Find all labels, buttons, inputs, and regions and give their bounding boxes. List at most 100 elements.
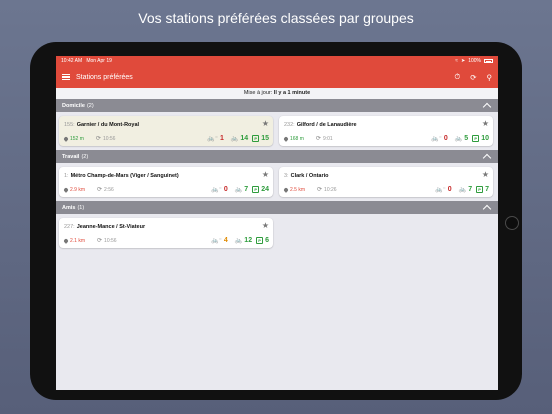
- station-distance: 2.1 km: [70, 237, 86, 244]
- availability-counts: 🚲⁻ 1 🚲 14 P 15: [207, 135, 269, 142]
- station-name: Garnier / du Mont-Royal: [76, 122, 140, 128]
- station-update-time: 9:01: [322, 135, 333, 142]
- station-card[interactable]: 1: Métro Champ-de-Mars (Viger / Sanguinet…: [59, 167, 273, 197]
- ebike-icon: 🚲⁻: [211, 238, 222, 244]
- ebike-count: 0: [447, 186, 452, 193]
- location-icon: ➤: [461, 58, 466, 64]
- ebike-count: 1: [220, 135, 224, 142]
- bike-icon: 🚲: [234, 238, 243, 244]
- star-icon[interactable]: ★: [262, 170, 269, 179]
- station-title: 227: Jeanne-Mance / St-Viateur: [64, 224, 145, 230]
- bike-icon: 🚲: [454, 136, 463, 142]
- last-update-bar: Mise à jour: Il y a 1 minute: [56, 88, 498, 99]
- location-pin-icon: [283, 186, 289, 193]
- station-card[interactable]: 232: Gilford / de Lanaudière ★ 168 m ⟳ 9:01 🚲⁻…: [279, 116, 493, 146]
- update-value: Il y a 1 minute: [273, 90, 311, 96]
- station-number: 227:: [64, 224, 75, 230]
- dock-count: 10: [481, 135, 489, 142]
- bike-count: 12: [244, 237, 253, 244]
- battery-icon: [484, 59, 493, 63]
- station-card[interactable]: 155: Garnier / du Mont-Royal ★ 152 m ⟳ 10:56 🚲…: [59, 116, 273, 146]
- bike-count: 14: [240, 135, 249, 142]
- location-pin-icon: [63, 237, 69, 244]
- hamburger-icon[interactable]: [62, 74, 70, 80]
- ebike-icon: 🚲⁻: [431, 136, 442, 142]
- group-name: Domicile: [62, 102, 85, 109]
- dock-count: 24: [261, 186, 269, 193]
- group-name: Amis: [62, 204, 76, 211]
- bike-icon: 🚲: [458, 187, 467, 193]
- sync-icon: ⟳: [315, 136, 321, 142]
- station-name: Jeanne-Mance / St-Viateur: [76, 224, 146, 230]
- group-header[interactable]: Travail (2): [56, 150, 498, 163]
- parking-icon: P: [256, 237, 264, 244]
- station-distance: 152 m: [70, 135, 84, 142]
- star-icon[interactable]: ★: [262, 119, 269, 128]
- parking-icon: P: [252, 135, 260, 142]
- station-card-row: 1: Métro Champ-de-Mars (Viger / Sanguinet…: [56, 163, 498, 201]
- station-name: Clark / Ontario: [290, 173, 329, 179]
- station-card-row: 155: Garnier / du Mont-Royal ★ 152 m ⟳ 10:56 🚲…: [56, 112, 498, 150]
- group-header[interactable]: Amis (1): [56, 201, 498, 214]
- station-distance: 2.5 km: [290, 186, 306, 193]
- station-card[interactable]: 227: Jeanne-Mance / St-Viateur ★ 2.1 km ⟳ 10:…: [59, 218, 273, 248]
- location-pin-icon: [283, 135, 289, 142]
- group-header[interactable]: Domicile (2): [56, 99, 498, 112]
- group-name: Travail: [62, 153, 80, 160]
- availability-counts: 🚲⁻ 0 🚲 7 P 7: [435, 186, 489, 193]
- stopwatch-icon[interactable]: ⏱: [454, 72, 460, 82]
- status-bar: 10:42 AM Mon Apr 19 ≈ ➤ 100%: [56, 56, 498, 66]
- sync-icon: ⟳: [97, 238, 103, 244]
- search-icon[interactable]: ⚲: [487, 73, 493, 82]
- station-number: 232:: [284, 122, 295, 128]
- bike-count: 7: [244, 186, 249, 193]
- station-info-row: 152 m ⟳ 10:56 🚲⁻ 1 🚲 14 P 15: [63, 135, 269, 142]
- station-number: 155:: [64, 122, 75, 128]
- chevron-up-icon[interactable]: [482, 153, 492, 163]
- station-title: 232: Gilford / de Lanaudière: [284, 122, 357, 128]
- station-number: 1:: [64, 173, 69, 179]
- home-button[interactable]: [505, 216, 519, 230]
- station-name: Gilford / de Lanaudière: [296, 122, 357, 128]
- bike-icon: 🚲: [234, 187, 243, 193]
- station-update-time: 10:56: [104, 237, 117, 244]
- availability-counts: 🚲⁻ 0 🚲 7 P 24: [211, 186, 269, 193]
- dock-count: 7: [485, 186, 489, 193]
- station-title: 3: Clark / Ontario: [284, 173, 329, 179]
- sync-icon: ⟳: [97, 187, 103, 193]
- parking-icon: P: [472, 135, 480, 142]
- star-icon[interactable]: ★: [482, 119, 489, 128]
- group-count: (1): [77, 204, 85, 211]
- location-pin-icon: [63, 135, 69, 142]
- station-card[interactable]: 3: Clark / Ontario ★ 2.5 km ⟳ 10:26 🚲⁻ 0 🚲 7 P 7: [279, 167, 493, 197]
- star-icon[interactable]: ★: [482, 170, 489, 179]
- star-icon[interactable]: ★: [262, 221, 269, 230]
- chevron-up-icon[interactable]: [482, 102, 492, 112]
- bike-count: 7: [468, 186, 473, 193]
- availability-counts: 🚲⁻ 4 🚲 12 P 6: [211, 237, 269, 244]
- wifi-icon: ≈: [455, 58, 458, 64]
- battery-level: 100%: [468, 58, 481, 64]
- ebike-count: 4: [223, 237, 228, 244]
- chevron-up-icon[interactable]: [482, 204, 492, 214]
- station-name: Métro Champ-de-Mars (Viger / Sanguinet): [70, 173, 179, 179]
- sync-icon: ⟳: [317, 187, 323, 193]
- sync-icon: ⟳: [95, 136, 101, 142]
- dock-count: 6: [265, 237, 269, 244]
- station-title: 155: Garnier / du Mont-Royal: [64, 122, 139, 128]
- refresh-icon[interactable]: ⟳: [470, 73, 476, 82]
- group-count: (2): [86, 102, 94, 109]
- station-title: 1: Métro Champ-de-Mars (Viger / Sanguinet…: [64, 173, 179, 179]
- app-navbar: Stations préférées ⏱ ⟳ ⚲: [56, 66, 498, 88]
- app-screen: 10:42 AM Mon Apr 19 ≈ ➤ 100% Stations pr…: [56, 56, 498, 390]
- station-update-time: 10:56: [102, 135, 116, 142]
- location-pin-icon: [63, 186, 69, 193]
- station-distance: 168 m: [290, 135, 304, 142]
- promo-caption: Vos stations préférées classées par grou…: [138, 10, 414, 26]
- station-groups: Domicile (2) 155: Garnier / du Mont-Royal ★ 1…: [56, 99, 498, 252]
- parking-icon: P: [476, 186, 484, 193]
- station-card-row: 227: Jeanne-Mance / St-Viateur ★ 2.1 km ⟳ 10:…: [56, 214, 498, 252]
- bike-count: 5: [464, 135, 469, 142]
- status-date: Mon Apr 19: [86, 58, 112, 64]
- ebike-icon: 🚲⁻: [211, 187, 222, 193]
